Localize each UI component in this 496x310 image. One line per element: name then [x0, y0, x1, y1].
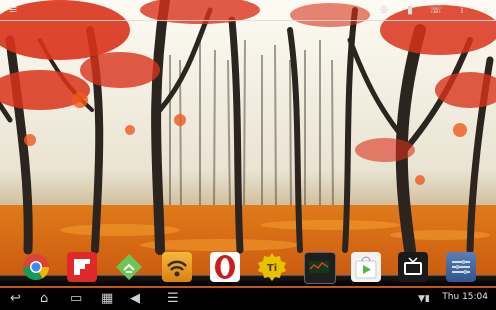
backup-app-icon[interactable]: Ti: [257, 252, 287, 282]
wifi-app-icon[interactable]: [162, 252, 192, 282]
play-store-app-icon[interactable]: [351, 252, 381, 282]
feedly-app-icon[interactable]: [114, 252, 144, 282]
search-icon[interactable]: ⌕: [479, 3, 493, 17]
back-icon[interactable]: ↩: [10, 291, 21, 307]
volume-down-icon[interactable]: ◀: [130, 291, 140, 307]
menu-icon[interactable]: ☰: [167, 291, 179, 307]
notification-icons: ▼▮: [418, 294, 430, 304]
svg-text:Ti: Ti: [267, 263, 277, 274]
clock: Thu 15:04: [442, 292, 488, 302]
opera-app-icon[interactable]: [210, 252, 240, 282]
chrome-app-icon[interactable]: [21, 252, 51, 282]
add-icon[interactable]: ⊕: [377, 3, 391, 17]
recent-apps-icon[interactable]: ▭: [70, 291, 82, 307]
phone-icon[interactable]: ☏: [429, 3, 443, 17]
dslr-app-icon[interactable]: [304, 252, 336, 284]
home-icon[interactable]: ⌂: [40, 291, 48, 307]
mic-icon[interactable]: ▮: [403, 3, 417, 17]
apps-icon[interactable]: ⁞: [455, 3, 469, 17]
flipboard-app-icon[interactable]: [67, 252, 97, 282]
navigation-bar: ↩ ⌂ ▭ ▦ ◀ ☰ ▼▮ Thu 15:04: [0, 288, 496, 310]
menu-icon[interactable]: ≡: [6, 3, 20, 17]
tv-app-icon[interactable]: [398, 252, 428, 282]
top-divider: [0, 20, 496, 21]
settings-app-icon[interactable]: [446, 252, 476, 282]
screenshot-icon[interactable]: ▦: [101, 291, 113, 307]
